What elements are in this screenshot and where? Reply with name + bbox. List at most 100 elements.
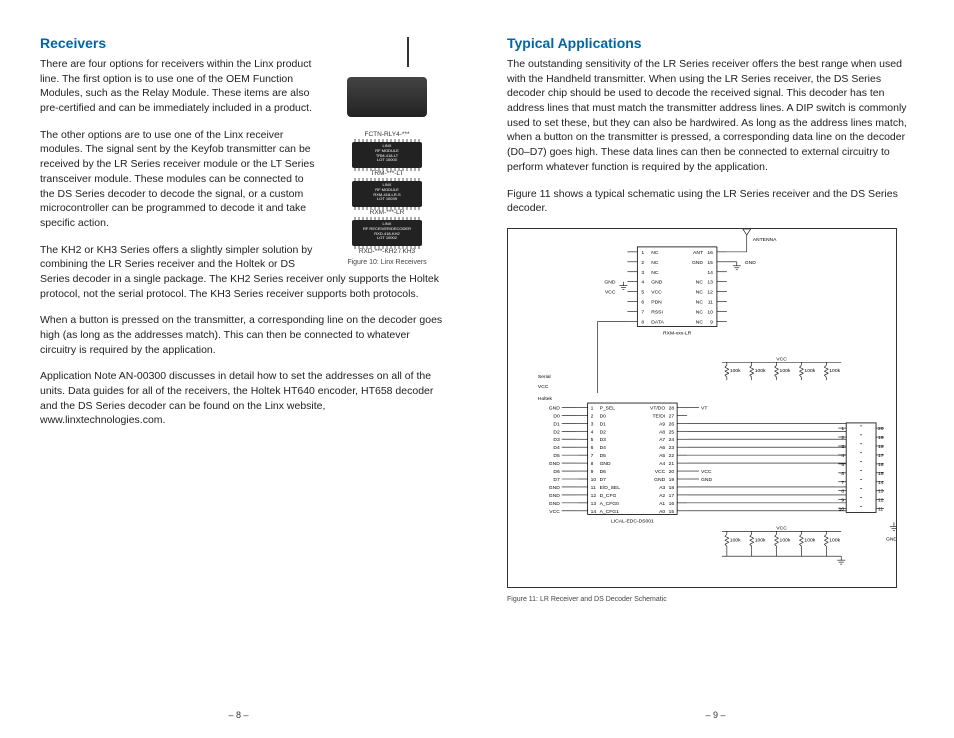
svg-text:22: 22 <box>669 453 675 459</box>
svg-text:6: 6 <box>641 299 644 305</box>
svg-text:A3: A3 <box>659 485 665 491</box>
svg-text:Holtek: Holtek <box>538 396 553 402</box>
svg-text:19: 19 <box>878 435 884 441</box>
svg-text:D4: D4 <box>600 445 607 451</box>
svg-text:1: 1 <box>591 405 594 411</box>
svg-text:DATA: DATA <box>651 319 664 325</box>
svg-text:E/D_SEL: E/D_SEL <box>600 485 621 491</box>
para-5: Application Note AN-00300 discusses in d… <box>40 369 447 428</box>
figure-11-caption: Figure 11: LR Receiver and DS Decoder Sc… <box>507 596 914 603</box>
svg-text:VCC: VCC <box>538 384 549 390</box>
svg-text:A_CFG0: A_CFG0 <box>600 501 620 507</box>
svg-text:19: 19 <box>669 477 675 483</box>
svg-text:7: 7 <box>591 453 594 459</box>
svg-text:D3: D3 <box>600 437 607 443</box>
svg-text:A2: A2 <box>659 493 665 499</box>
svg-text:VCC: VCC <box>701 469 712 475</box>
svg-text:GND: GND <box>549 461 560 467</box>
svg-text:10: 10 <box>707 309 713 315</box>
svg-text:3: 3 <box>591 421 594 427</box>
svg-text:ANTENNA: ANTENNA <box>753 237 777 243</box>
svg-text:D0: D0 <box>600 413 607 419</box>
svg-text:NC: NC <box>696 299 704 305</box>
svg-text:D6: D6 <box>553 469 560 475</box>
svg-text:VCC: VCC <box>776 525 787 531</box>
svg-text:25: 25 <box>669 429 675 435</box>
svg-text:VCC: VCC <box>655 469 666 475</box>
svg-text:GND: GND <box>745 260 756 266</box>
svg-text:1: 1 <box>641 250 644 256</box>
svg-text:D7: D7 <box>600 477 607 483</box>
svg-text:1: 1 <box>841 426 844 432</box>
svg-text:16: 16 <box>878 462 884 468</box>
chip-trm: LINX RF MODULE TRM-418-LT LOT 10000 <box>352 142 422 168</box>
svg-text:100k: 100k <box>730 537 741 543</box>
svg-text:15: 15 <box>878 471 884 477</box>
svg-text:D6: D6 <box>600 469 607 475</box>
svg-text:6: 6 <box>841 471 844 477</box>
svg-text:D2: D2 <box>553 429 560 435</box>
svg-text:D1: D1 <box>553 421 560 427</box>
svg-text:A8: A8 <box>659 429 665 435</box>
svg-text:9: 9 <box>710 319 713 325</box>
svg-text:24: 24 <box>669 437 675 443</box>
svg-text:NC: NC <box>651 250 659 256</box>
svg-text:11: 11 <box>878 507 883 513</box>
svg-text:27: 27 <box>669 413 675 419</box>
page-8: Receivers FCTN-RLY4-*** LINX RF MODULE T… <box>0 0 477 738</box>
svg-text:A9: A9 <box>659 421 665 427</box>
chip-rxm: LINX RF MODULE RXM-418-LR-S LOT 10039 <box>352 181 422 207</box>
svg-text:GND: GND <box>549 501 560 507</box>
svg-text:100k: 100k <box>829 368 840 374</box>
svg-text:100k: 100k <box>755 368 766 374</box>
svg-text:8: 8 <box>591 461 594 467</box>
svg-text:D7: D7 <box>553 477 560 483</box>
svg-text:100k: 100k <box>780 368 791 374</box>
svg-text:12: 12 <box>591 493 597 499</box>
heading-applications: Typical Applications <box>507 35 914 51</box>
svg-text:NC: NC <box>696 319 704 325</box>
svg-text:GND: GND <box>701 477 712 483</box>
figure-11-schematic: RXM-xxx-LR1NC16ANT2NC15GND3NC144GND13NC5… <box>507 228 897 588</box>
svg-text:13: 13 <box>707 280 713 286</box>
svg-text:D4: D4 <box>553 445 560 451</box>
chip-trm-label: TRM-***-LT <box>327 170 447 177</box>
svg-text:VCC: VCC <box>605 290 616 296</box>
svg-text:14: 14 <box>591 509 597 515</box>
svg-text:14: 14 <box>707 270 713 276</box>
svg-text:2: 2 <box>591 413 594 419</box>
svg-text:5: 5 <box>591 437 594 443</box>
svg-text:TE/DI: TE/DI <box>653 413 666 419</box>
svg-text:4: 4 <box>641 280 644 286</box>
page-number-8: – 8 – <box>0 710 477 720</box>
svg-text:100k: 100k <box>755 537 766 543</box>
svg-text:21: 21 <box>669 461 675 467</box>
svg-text:100k: 100k <box>804 368 815 374</box>
svg-text:LICAL-EDC-DS001: LICAL-EDC-DS001 <box>611 518 654 524</box>
svg-text:4: 4 <box>591 429 594 435</box>
svg-text:NC: NC <box>696 309 704 315</box>
svg-text:PDN: PDN <box>651 299 662 305</box>
svg-text:A6: A6 <box>659 445 665 451</box>
svg-text:16: 16 <box>707 250 713 256</box>
svg-text:A7: A7 <box>659 437 665 443</box>
svg-text:GND: GND <box>549 493 560 499</box>
svg-text:D_CFG: D_CFG <box>600 493 617 499</box>
svg-text:18: 18 <box>669 485 675 491</box>
svg-text:RSSI: RSSI <box>651 309 663 315</box>
page-number-9: – 9 – <box>477 710 954 720</box>
svg-text:VCC: VCC <box>651 290 662 296</box>
svg-text:11: 11 <box>591 485 596 491</box>
svg-text:D0: D0 <box>553 413 560 419</box>
svg-text:17: 17 <box>878 453 884 459</box>
svg-text:20: 20 <box>878 426 884 432</box>
page-9: Typical Applications The outstanding sen… <box>477 0 954 738</box>
svg-text:VCC: VCC <box>549 509 560 515</box>
svg-text:12: 12 <box>878 498 884 504</box>
svg-text:14: 14 <box>878 480 884 486</box>
svg-text:GND: GND <box>886 536 896 542</box>
para-r2: Figure 11 shows a typical schematic usin… <box>507 187 914 216</box>
svg-text:15: 15 <box>669 509 675 515</box>
svg-text:16: 16 <box>669 501 675 507</box>
svg-text:GND: GND <box>604 280 615 286</box>
